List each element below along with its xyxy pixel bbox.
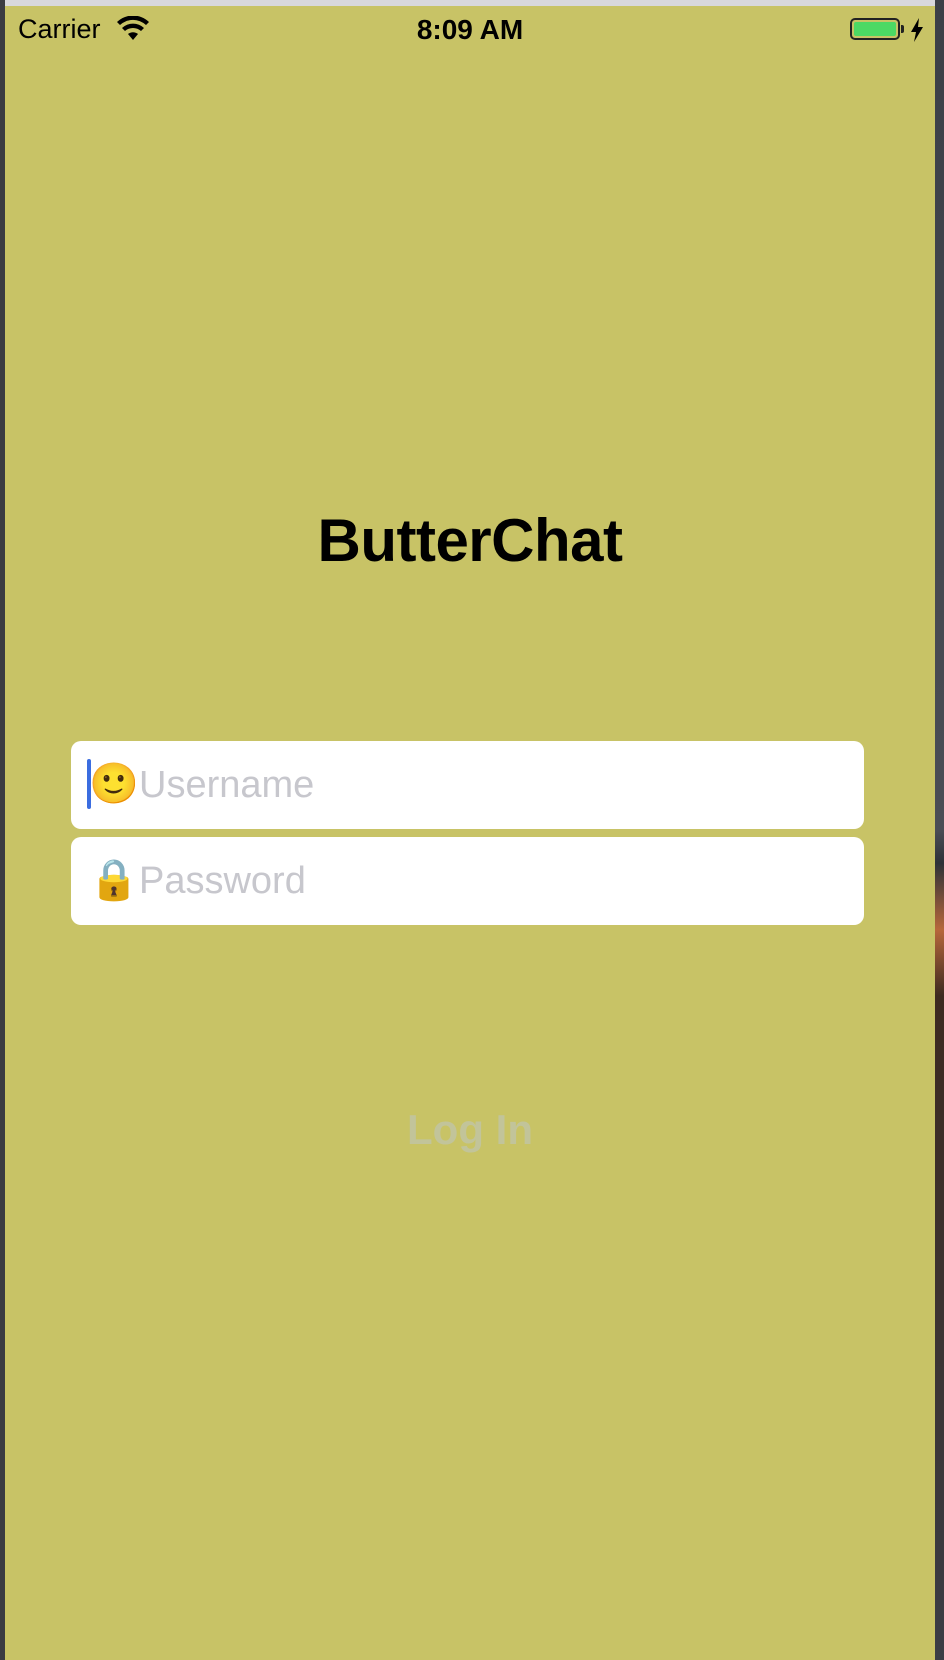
login-button[interactable]: Log In — [5, 1106, 935, 1154]
battery-icon — [850, 18, 900, 40]
clock: 8:09 AM — [416, 14, 524, 45]
username-input[interactable] — [139, 741, 849, 829]
lock-icon: 🔒 — [89, 858, 139, 902]
app-title: ButterChat — [317, 507, 624, 574]
battery-level — [854, 22, 896, 36]
charging-bolt-icon — [911, 18, 923, 42]
status-bar: Carrier 8:09 AM — [5, 6, 935, 56]
password-field[interactable]: 🔒 — [71, 837, 864, 925]
slightly-smiling-face-icon: 🙂 — [89, 762, 139, 806]
username-field[interactable]: 🙂 — [71, 741, 864, 829]
login-screen: Carrier 8:09 AM ButterChat 🙂 🔒 Log In — [5, 6, 935, 1660]
password-input[interactable] — [139, 837, 849, 925]
battery-terminal — [901, 25, 904, 33]
desktop-background-right — [935, 0, 944, 1660]
